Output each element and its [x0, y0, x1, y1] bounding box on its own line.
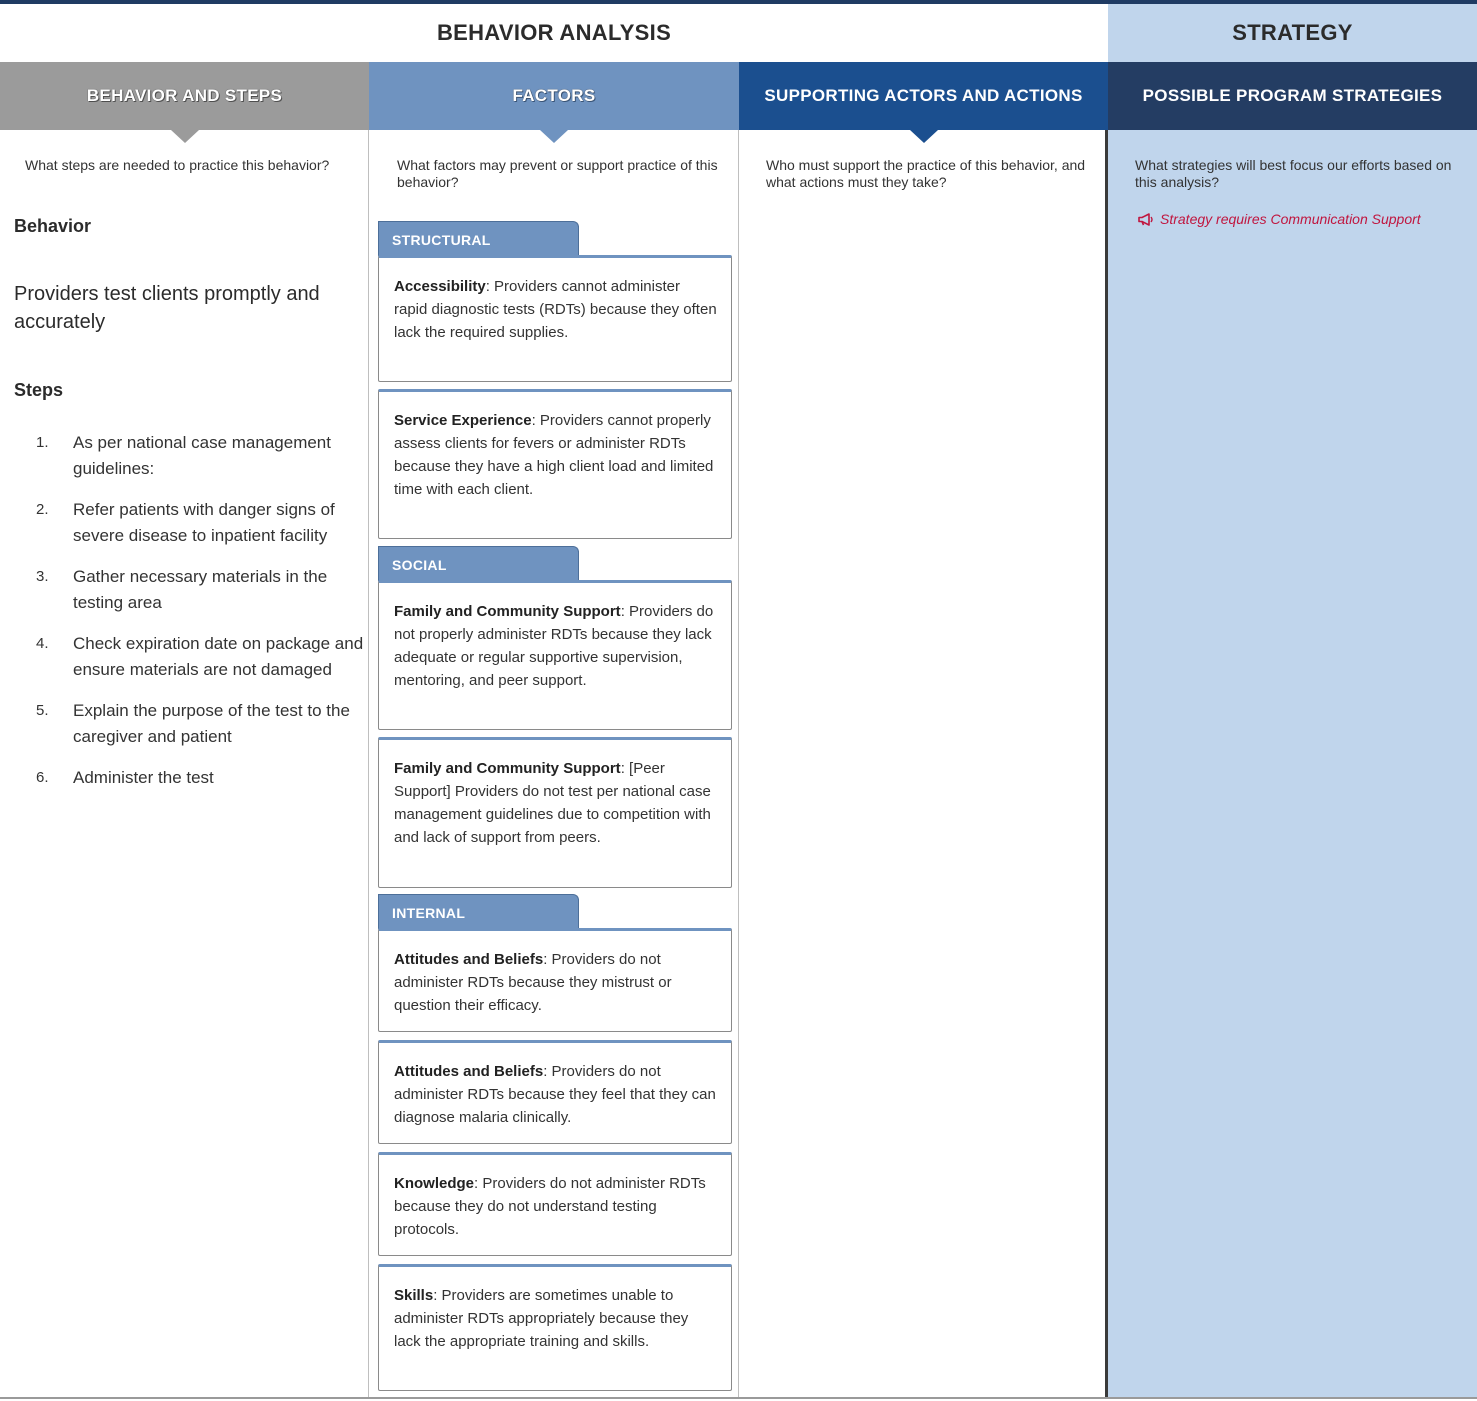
factor-name: Service Experience — [394, 412, 532, 429]
column-title: SUPPORTING ACTORS AND ACTIONS — [764, 86, 1083, 105]
factor-card: Family and Community Support: [Peer Supp… — [378, 737, 732, 888]
strategies-prompt: What strategies will best focus our effo… — [1135, 157, 1452, 190]
step-number: 4. — [36, 635, 49, 652]
factor-card: Family and Community Support: Providers … — [378, 580, 732, 730]
communication-support-link[interactable]: Strategy requires Communication Support — [1138, 211, 1421, 227]
step-text: Explain the purpose of the test to the c… — [73, 701, 350, 746]
megaphone-icon — [1138, 212, 1153, 226]
behavior-text: Providers test clients promptly and accu… — [14, 283, 320, 333]
column-header-factors: FACTORS — [369, 62, 739, 143]
steps-label: Steps — [14, 380, 64, 400]
factor-card: Accessibility: Providers cannot administ… — [378, 255, 732, 382]
step-number: 1. — [36, 434, 49, 451]
factor-name: Family and Community Support — [394, 760, 621, 777]
factor-card: Service Experience: Providers cannot pro… — [378, 389, 732, 539]
category-tab-social: SOCIAL — [378, 546, 579, 581]
step-text: Administer the test — [73, 768, 214, 787]
factor-card: Attitudes and Beliefs: Providers do not … — [378, 928, 732, 1032]
step-number: 5. — [36, 702, 49, 719]
section-behavior-analysis: BEHAVIOR ANALYSIS — [0, 4, 1108, 62]
step-item: 4. Check expiration date on package and e… — [14, 631, 364, 683]
category-tab-internal: INTERNAL — [378, 894, 579, 929]
behavior-column: What steps are needed to practice this b… — [0, 130, 369, 1397]
factor-name: Attitudes and Beliefs — [394, 951, 544, 968]
factor-card: Skills: Providers are sometimes unable t… — [378, 1264, 732, 1391]
factors-prompt: What factors may prevent or support prac… — [397, 157, 718, 190]
category-tab-structural: STRUCTURAL — [378, 221, 579, 256]
step-item: 5. Explain the purpose of the test to the… — [14, 698, 364, 750]
factor-card: Knowledge: Providers do not administer R… — [378, 1152, 732, 1256]
column-header-supporting-actors: SUPPORTING ACTORS AND ACTIONS — [739, 62, 1108, 143]
step-number: 6. — [36, 769, 49, 786]
factor-card: Attitudes and Beliefs: Providers do not … — [378, 1040, 732, 1144]
column-title: BEHAVIOR AND STEPS — [86, 86, 283, 105]
actors-prompt: Who must support the practice of this be… — [766, 157, 1086, 190]
step-number: 3. — [36, 568, 49, 585]
column-header-behavior-and-steps: BEHAVIOR AND STEPS — [0, 62, 369, 143]
behavior-label: Behavior — [14, 216, 92, 236]
step-text: As per national case management guidelin… — [73, 433, 331, 478]
factor-name: Knowledge — [394, 1175, 475, 1192]
behavior-prompt: What steps are needed to practice this b… — [25, 157, 330, 173]
actors-column: Who must support the practice of this be… — [739, 130, 1108, 1397]
factor-name: Accessibility — [394, 278, 486, 295]
steps-list: 1. As per national case management guidel… — [14, 430, 364, 806]
column-header-program-strategies: POSSIBLE PROGRAM STRATEGIES — [1108, 62, 1477, 143]
factor-name: Attitudes and Beliefs — [394, 1063, 544, 1080]
communication-support-text: Strategy requires Communication Support — [1160, 211, 1421, 227]
step-number: 2. — [36, 501, 49, 518]
step-item: 6. Administer the test — [14, 765, 364, 791]
step-text: Check expiration date on package and ens… — [73, 634, 364, 679]
step-item: 1. As per national case management guidel… — [14, 430, 364, 482]
column-title: FACTORS — [512, 86, 596, 105]
step-item: 2. Refer patients with danger signs of se… — [14, 497, 364, 549]
factor-name: Family and Community Support — [394, 603, 621, 620]
bottom-border — [0, 1397, 1477, 1399]
section-strategy: STRATEGY — [1108, 4, 1477, 62]
factor-name: Skills — [394, 1287, 434, 1304]
step-text: Gather necessary materials in the testin… — [73, 567, 328, 612]
strategies-column: What strategies will best focus our effo… — [1108, 130, 1477, 1397]
column-title: POSSIBLE PROGRAM STRATEGIES — [1142, 86, 1443, 105]
factors-column: What factors may prevent or support prac… — [369, 130, 739, 1397]
factor-text: : Providers are sometimes unable to admi… — [394, 1287, 689, 1350]
step-text: Refer patients with danger signs of seve… — [73, 500, 335, 545]
step-item: 3. Gather necessary materials in the test… — [14, 564, 364, 616]
